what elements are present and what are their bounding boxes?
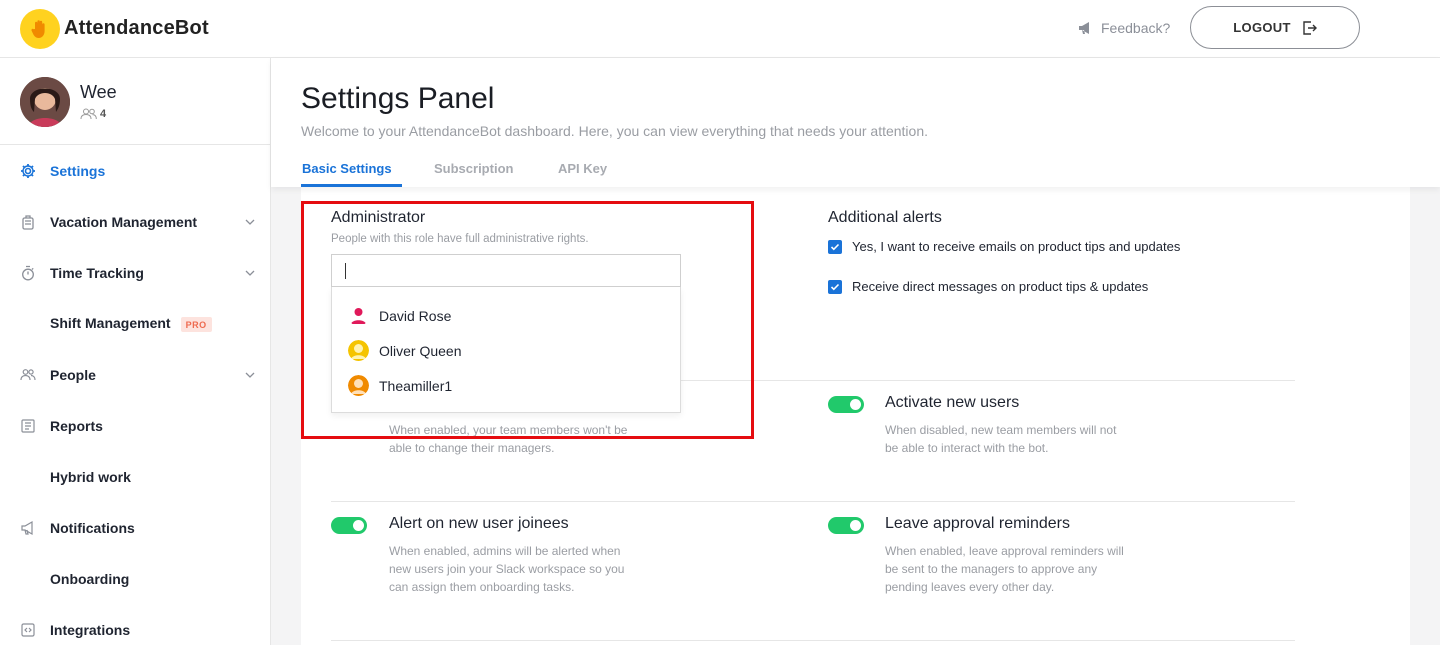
setting-title: Activate new users (885, 394, 1020, 411)
member-count-value: 4 (100, 108, 107, 120)
brand-name: AttendanceBot (64, 17, 209, 39)
shift-management-label: Shift Management (50, 315, 171, 332)
chevron-down-icon (245, 372, 255, 378)
divider (331, 501, 1295, 502)
sidebar-item-shift-management[interactable]: Shift Management PRO (0, 298, 270, 349)
feedback-label: Feedback? (1101, 20, 1171, 36)
user-profile[interactable]: Wee 4 (0, 58, 270, 145)
user-avatar-icon (348, 305, 369, 326)
gear-icon (20, 163, 36, 179)
sidebar-item-settings[interactable]: Settings (0, 145, 270, 196)
user-avatar-icon (348, 375, 369, 396)
sidebar-nav: Settings Vacation Management Time Tracki… (0, 145, 270, 645)
user-avatar-icon (348, 340, 369, 361)
stopwatch-icon (20, 265, 36, 281)
setting-description: When enabled, your team members won't be… (389, 423, 628, 455)
administrator-search-input[interactable] (331, 254, 681, 287)
sidebar: Wee 4 Settings Vacation Management Time … (0, 58, 271, 645)
activate-new-users-toggle[interactable] (828, 396, 864, 413)
administrator-dropdown: David Rose Oliver Queen Theamiller1 (331, 287, 681, 413)
dropdown-option-oliver-queen[interactable]: Oliver Queen (348, 340, 461, 361)
setting-description: When disabled, new team members will not… (885, 423, 1117, 455)
alert-option-label: Yes, I want to receive emails on product… (852, 239, 1181, 254)
megaphone-icon (1079, 22, 1089, 34)
chevron-down-icon (245, 270, 255, 276)
sidebar-item-hybrid-work[interactable]: Hybrid work (0, 451, 270, 502)
setting-description: When enabled, leave approval reminders w… (885, 544, 1124, 594)
page-subtitle: Welcome to your AttendanceBot dashboard.… (301, 123, 929, 139)
logout-button[interactable]: LOGOUT (1190, 6, 1360, 49)
logo[interactable] (20, 9, 60, 49)
page-title: Settings Panel (301, 82, 495, 115)
leave-approval-reminders-toggle[interactable] (828, 517, 864, 534)
megaphone-icon (20, 520, 36, 536)
sidebar-item-label: Onboarding (50, 570, 130, 587)
dropdown-option-david-rose[interactable]: David Rose (348, 305, 451, 326)
checkbox-checked[interactable] (828, 279, 842, 294)
sidebar-item-vacation-management[interactable]: Vacation Management (0, 196, 270, 247)
pro-badge: PRO (180, 316, 212, 332)
sidebar-item-label: Vacation Management (50, 213, 198, 230)
option-label: David Rose (379, 307, 452, 324)
divider (331, 640, 1295, 641)
logout-label: LOGOUT (1233, 20, 1291, 35)
top-bar: AttendanceBot Feedback? LOGOUT (0, 0, 1440, 58)
checkbox-checked[interactable] (828, 239, 842, 254)
dropdown-option-theamiller1[interactable]: Theamiller1 (348, 375, 452, 396)
sidebar-item-label: Shift Management PRO (50, 315, 212, 332)
people-icon (20, 367, 36, 383)
toggle-knob (850, 399, 861, 410)
toggle-knob (850, 520, 861, 531)
tab-subscription[interactable]: Subscription (434, 161, 558, 187)
avatar (20, 77, 70, 127)
text-caret (345, 263, 346, 279)
settings-tabs: Basic Settings Subscription API Key (301, 161, 618, 187)
sidebar-item-people[interactable]: People (0, 349, 270, 400)
sidebar-item-label: Integrations (50, 621, 131, 638)
sidebar-item-integrations[interactable]: Integrations (0, 604, 270, 645)
sidebar-item-notifications[interactable]: Notifications (0, 502, 270, 553)
option-label: Oliver Queen (379, 342, 462, 359)
sidebar-item-label: People (50, 366, 96, 383)
tab-api-key[interactable]: API Key (558, 161, 618, 187)
page-header: Settings Panel Welcome to your Attendanc… (271, 58, 1440, 187)
additional-alerts-title: Additional alerts (828, 209, 942, 226)
sidebar-item-label: Time Tracking (50, 264, 144, 281)
logout-icon (1303, 20, 1317, 35)
alert-option-direct-messages[interactable]: Receive direct messages on product tips … (828, 279, 1148, 294)
alert-option-emails[interactable]: Yes, I want to receive emails on product… (828, 239, 1180, 254)
sidebar-item-reports[interactable]: Reports (0, 400, 270, 451)
sidebar-item-label: Notifications (50, 519, 135, 536)
sidebar-item-time-tracking[interactable]: Time Tracking (0, 247, 270, 298)
administrator-description: People with this role have full administ… (331, 233, 589, 245)
administrator-title: Administrator (331, 209, 426, 226)
code-icon (20, 622, 36, 638)
alert-option-label: Receive direct messages on product tips … (852, 279, 1149, 294)
chevron-down-icon (245, 219, 255, 225)
people-icon (80, 108, 97, 120)
alert-new-user-joinees-toggle[interactable] (331, 517, 367, 534)
sidebar-item-label: Settings (50, 162, 106, 179)
feedback-link[interactable]: Feedback? (1078, 20, 1170, 36)
setting-title: Leave approval reminders (885, 515, 1070, 532)
member-count: 4 (80, 108, 106, 120)
reports-icon (20, 418, 36, 434)
sidebar-item-label: Hybrid work (50, 468, 131, 485)
sidebar-item-onboarding[interactable]: Onboarding (0, 553, 270, 604)
setting-title: Alert on new user joinees (389, 515, 569, 532)
suitcase-icon (20, 214, 36, 230)
tab-basic-settings[interactable]: Basic Settings (301, 161, 402, 187)
setting-description: When enabled, admins will be alerted whe… (389, 544, 625, 594)
sidebar-item-label: Reports (50, 417, 103, 434)
hand-icon (31, 20, 45, 38)
user-name: Wee (80, 82, 117, 102)
toggle-knob (353, 520, 364, 531)
option-label: Theamiller1 (379, 377, 453, 394)
